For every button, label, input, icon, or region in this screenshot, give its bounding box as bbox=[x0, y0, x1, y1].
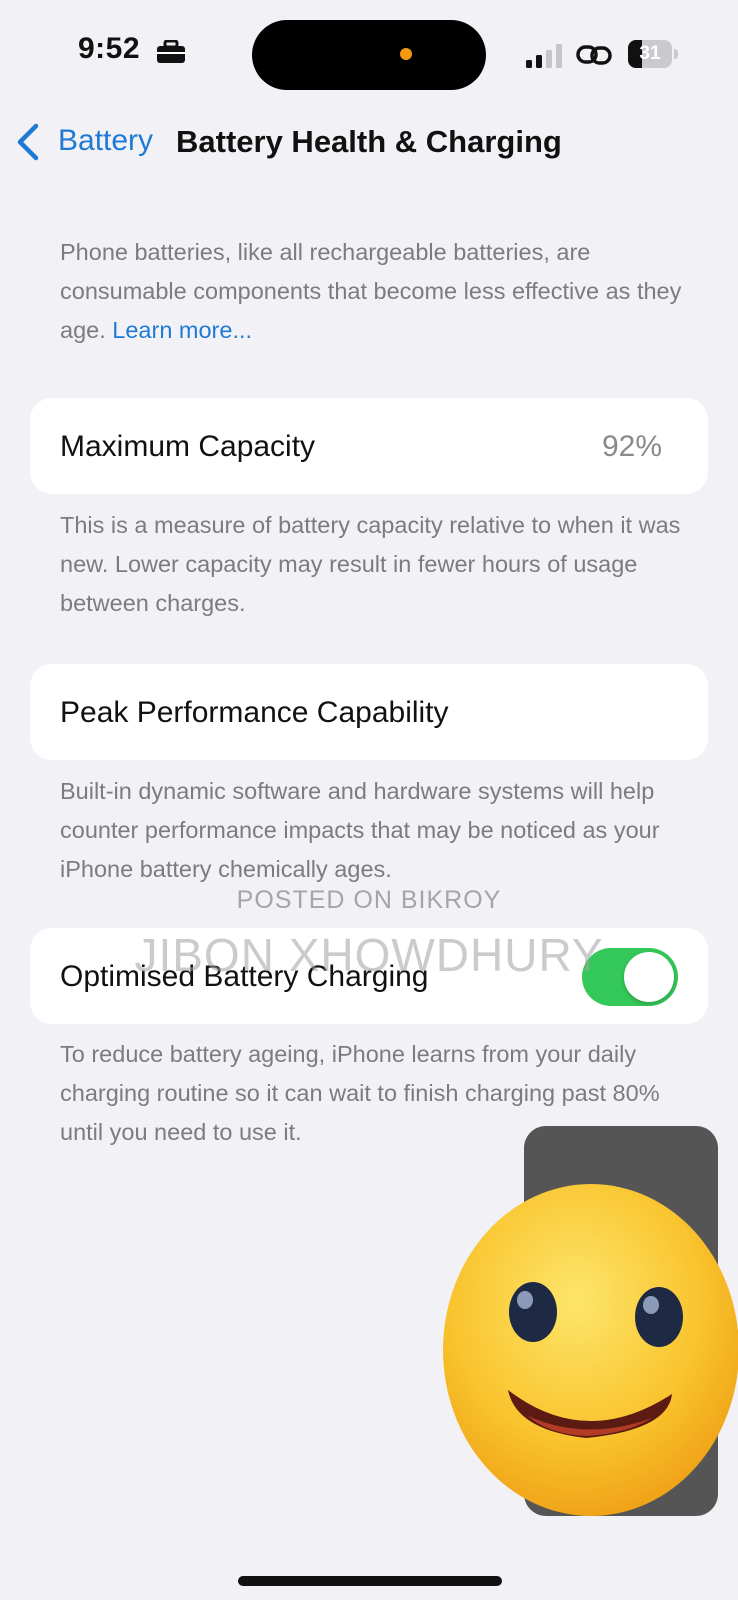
page-title: Battery Health & Charging bbox=[176, 124, 562, 159]
learn-more-link[interactable]: Learn more... bbox=[112, 317, 252, 343]
intro-text: Phone batteries, like all rechargeable b… bbox=[60, 233, 690, 350]
status-time: 9:52 bbox=[78, 32, 141, 65]
peak-performance-footnote: Built-in dynamic software and hardware s… bbox=[60, 778, 660, 882]
max-capacity-value: 92% bbox=[601, 430, 662, 463]
briefcase-icon bbox=[157, 40, 185, 63]
watermark-line-1: POSTED ON BIKROY bbox=[236, 886, 502, 914]
max-capacity-footnote: This is a measure of battery capacity re… bbox=[60, 512, 681, 616]
link-icon bbox=[576, 45, 612, 65]
watermark-line-2: JIBON XHOWDHURY bbox=[134, 929, 604, 981]
battery-icon: 31 bbox=[628, 40, 680, 68]
signal-icon bbox=[526, 44, 562, 68]
back-button[interactable]: Battery bbox=[58, 124, 153, 158]
smiley-emoji bbox=[443, 1184, 738, 1516]
chevron-left-icon[interactable] bbox=[14, 122, 42, 162]
max-capacity-label: Maximum Capacity bbox=[60, 430, 316, 463]
peak-performance-label: Peak Performance Capability bbox=[60, 696, 449, 729]
privacy-indicator-dot bbox=[400, 48, 412, 60]
battery-percent: 31 bbox=[639, 43, 661, 64]
home-indicator[interactable] bbox=[238, 1576, 502, 1586]
dynamic-island bbox=[252, 20, 486, 90]
